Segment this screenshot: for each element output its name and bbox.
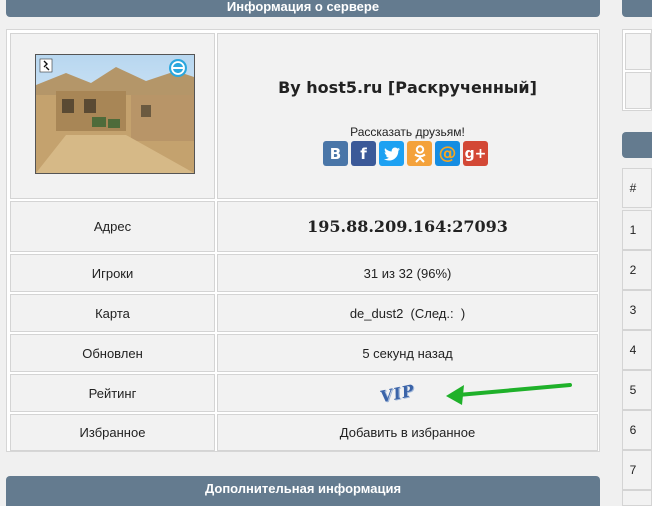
add-to-favorites-link[interactable]: Добавить в избранное: [340, 425, 475, 440]
mailru-icon[interactable]: @: [435, 141, 460, 166]
map-image-cell: [10, 33, 215, 199]
server-info-title: Информация о сервере: [226, 0, 380, 14]
updated-label: Обновлен: [82, 345, 143, 361]
right-panel-row: [625, 72, 651, 109]
side-table-row: 3: [622, 290, 652, 330]
map-value: de_dust2 (След.: ): [349, 305, 466, 321]
side-table-header: #: [622, 168, 652, 208]
facebook-icon[interactable]: f: [351, 141, 376, 166]
side-table-row: 4: [622, 330, 652, 370]
right-panel-box: [622, 29, 652, 111]
googleplus-icon[interactable]: g+: [463, 141, 488, 166]
side-table-row: 1: [622, 210, 652, 250]
players-label: Игроки: [91, 265, 134, 281]
right-panel-row: [625, 33, 651, 70]
rating-label-cell: Рейтинг: [10, 374, 215, 412]
address-label: Адрес: [93, 219, 132, 234]
map-thumbnail: [35, 54, 195, 174]
updated-label-cell: Обновлен: [10, 334, 215, 372]
players-value-cell: 31 из 32 (96%): [217, 254, 598, 292]
server-info-table: By host5.ru [Раскрученный] Рассказать др…: [6, 29, 600, 452]
side-table-row: 5: [622, 370, 652, 410]
map-value-cell: de_dust2 (След.: ): [217, 294, 598, 332]
server-info-header: Информация о сервере: [6, 0, 600, 17]
players-value: 31 из 32 (96%): [363, 265, 452, 281]
side-table-row: [622, 490, 652, 506]
share-text: Рассказать друзьям!: [350, 125, 465, 139]
map-label: Карта: [95, 305, 130, 321]
vip-badge: VIP: [378, 380, 417, 406]
address-value-cell: 195.88.209.164:27093: [217, 201, 598, 252]
map-label-cell: Карта: [10, 294, 215, 332]
favorite-label-cell: Избранное: [10, 414, 215, 451]
side-table-row: 7: [622, 450, 652, 490]
share-buttons: B f @ g+: [323, 141, 488, 167]
additional-info-title: Дополнительная информация: [204, 481, 402, 496]
vk-icon[interactable]: B: [323, 141, 348, 166]
server-title-cell: By host5.ru [Раскрученный] Рассказать др…: [217, 33, 598, 199]
right-panel-second-header: [622, 132, 652, 158]
server-address[interactable]: 195.88.209.164:27093: [307, 217, 508, 236]
favorite-value-cell: Добавить в избранное: [217, 414, 598, 451]
favorite-label: Избранное: [79, 425, 146, 440]
rating-label: Рейтинг: [88, 385, 137, 401]
rating-value-cell: VIP: [217, 374, 598, 412]
twitter-icon[interactable]: [379, 141, 404, 166]
side-table-row: 6: [622, 410, 652, 450]
server-name: By host5.ru [Раскрученный]: [278, 78, 537, 97]
updated-value-cell: 5 секунд назад: [217, 334, 598, 372]
updated-value: 5 секунд назад: [362, 345, 453, 361]
additional-info-header: Дополнительная информация: [6, 476, 600, 506]
green-arrow-icon: [446, 383, 572, 405]
side-table-row: 2: [622, 250, 652, 290]
players-label-cell: Игроки: [10, 254, 215, 292]
right-panel-top-header: [622, 0, 652, 17]
address-label-cell: Адрес: [10, 201, 215, 252]
odnoklassniki-icon[interactable]: [407, 141, 432, 166]
